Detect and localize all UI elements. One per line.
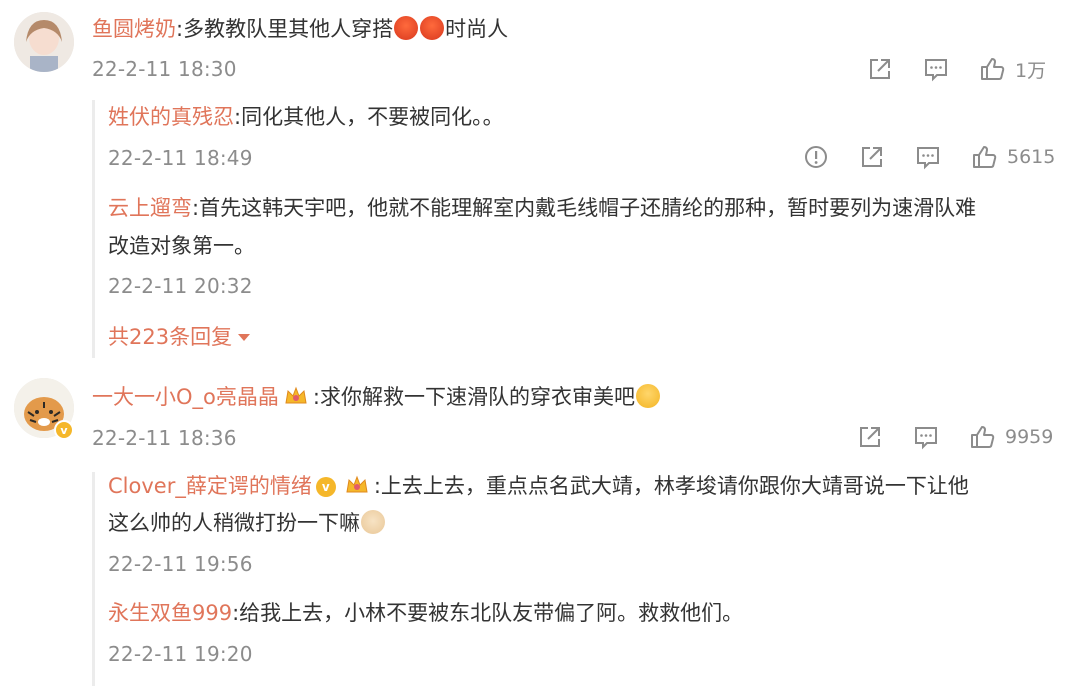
reply-text: 这么帅的人稍微打扮一下嘛 bbox=[108, 511, 360, 535]
share-icon bbox=[859, 144, 885, 170]
thumbs-up-icon bbox=[969, 424, 995, 450]
thumbs-up-icon bbox=[971, 144, 997, 170]
comment-text: 求你解救一下速滑队的穿衣审美吧 bbox=[319, 385, 635, 409]
thumbs-up-icon bbox=[979, 56, 1005, 82]
comment-line: 一大一小O_o亮晶晶:求你解救一下速滑队的穿衣审美吧 bbox=[92, 382, 661, 412]
timestamp: 22-2-11 20:32 bbox=[108, 274, 253, 298]
like-button[interactable]: 9959 bbox=[969, 424, 1053, 450]
comment-icon bbox=[923, 56, 949, 82]
comment-text: 时尚人 bbox=[445, 17, 509, 41]
timestamp: 22-2-11 19:56 bbox=[108, 552, 253, 576]
comment-item: 鱼圆烤奶:多教教队里其他人穿搭 时尚人 22-2-11 18:30 1万 姓伏的真… bbox=[0, 0, 1080, 360]
reply-line: 姓伏的真残忍:同化其他人，不要被同化。。 bbox=[108, 102, 504, 132]
more-replies-link[interactable]: 共223条回复 bbox=[108, 321, 251, 351]
comment-line: 鱼圆烤奶:多教教队里其他人穿搭 时尚人 bbox=[92, 14, 508, 44]
author-name[interactable]: 永生双鱼999 bbox=[108, 601, 232, 625]
author-name[interactable]: Clover_薛定谔的情绪 bbox=[108, 474, 312, 498]
timestamp: 22-2-11 18:36 bbox=[92, 426, 237, 450]
author-name[interactable]: 姓伏的真残忍 bbox=[108, 105, 234, 129]
separator: : bbox=[373, 474, 381, 498]
avatar[interactable] bbox=[14, 12, 74, 72]
reply-line: Clover_薛定谔的情绪 v:上去上去，重点点名武大靖，林孝埈请你跟你大靖哥说一… bbox=[108, 471, 969, 501]
crown-badge-icon bbox=[346, 475, 368, 493]
angry-face-emoji bbox=[420, 16, 445, 40]
share-icon bbox=[867, 56, 893, 82]
reply-text: 同化其他人，不要被同化。。 bbox=[241, 105, 504, 129]
reply-line: 永生双鱼999:给我上去，小林不要被东北队友带偏了阿。救救他们。 bbox=[108, 598, 743, 628]
comment-actions: 9959 bbox=[857, 422, 1053, 452]
angry-face-emoji bbox=[394, 16, 419, 40]
like-count: 1万 bbox=[1015, 59, 1047, 82]
comment-actions: 1万 bbox=[867, 54, 1046, 84]
share-icon bbox=[857, 424, 883, 450]
reply-text: 上去上去，重点点名武大靖，林孝埈请你跟你大靖哥说一下让他 bbox=[380, 474, 969, 498]
comment-text: 多教教队里其他人穿搭 bbox=[183, 17, 394, 41]
reply-actions: 5615 bbox=[803, 142, 1055, 172]
more-replies-label: 共223条回复 bbox=[108, 325, 233, 349]
timestamp: 22-2-11 18:49 bbox=[108, 146, 253, 170]
timestamp: 22-2-11 19:20 bbox=[108, 642, 253, 666]
author-name[interactable]: 鱼圆烤奶 bbox=[92, 17, 176, 41]
verified-badge-icon: v bbox=[315, 477, 336, 497]
crying-face-emoji bbox=[635, 384, 660, 408]
comment-icon bbox=[913, 424, 939, 450]
share-button[interactable] bbox=[857, 424, 883, 450]
share-button[interactable] bbox=[859, 144, 885, 170]
author-name[interactable]: 一大一小O_o亮晶晶 bbox=[92, 385, 279, 409]
crown-badge-icon bbox=[285, 386, 307, 404]
reply-text: 改造对象第一。 bbox=[108, 234, 255, 258]
comment-icon bbox=[915, 144, 941, 170]
timestamp: 22-2-11 18:30 bbox=[92, 57, 237, 81]
share-button[interactable] bbox=[867, 56, 893, 82]
report-button[interactable] bbox=[803, 144, 829, 170]
reply-text: 给我上去，小林不要被东北队友带偏了阿。救救他们。 bbox=[239, 601, 744, 625]
author-name[interactable]: 云上遛弯 bbox=[108, 196, 192, 220]
like-button[interactable]: 1万 bbox=[979, 56, 1046, 83]
reply-line: 这么帅的人稍微打扮一下嘛 bbox=[108, 508, 386, 538]
comment-button[interactable] bbox=[915, 144, 941, 170]
comment-button[interactable] bbox=[913, 424, 939, 450]
reply-thread-bar bbox=[92, 472, 95, 686]
comment-item: v 一大一小O_o亮晶晶:求你解救一下速滑队的穿衣审美吧 22-2-11 18:… bbox=[0, 360, 1080, 686]
report-icon bbox=[803, 144, 829, 170]
like-count: 5615 bbox=[1007, 146, 1056, 168]
separator: : bbox=[312, 385, 320, 409]
comment-button[interactable] bbox=[923, 56, 949, 82]
reply-line: 改造对象第一。 bbox=[108, 231, 255, 261]
doge-emoji bbox=[361, 510, 385, 534]
verified-badge-icon: v bbox=[54, 420, 74, 440]
reply-text: 首先这韩天宇吧，他就不能理解室内戴毛线帽子还腈纶的那种，暂时要列为速滑队难 bbox=[199, 196, 977, 220]
like-button[interactable]: 5615 bbox=[971, 144, 1055, 170]
like-count: 9959 bbox=[1005, 426, 1054, 448]
reply-thread-bar bbox=[92, 100, 95, 358]
reply-line: 云上遛弯:首先这韩天宇吧，他就不能理解室内戴毛线帽子还腈纶的那种，暂时要列为速滑… bbox=[108, 193, 976, 223]
caret-down-icon bbox=[238, 334, 251, 341]
